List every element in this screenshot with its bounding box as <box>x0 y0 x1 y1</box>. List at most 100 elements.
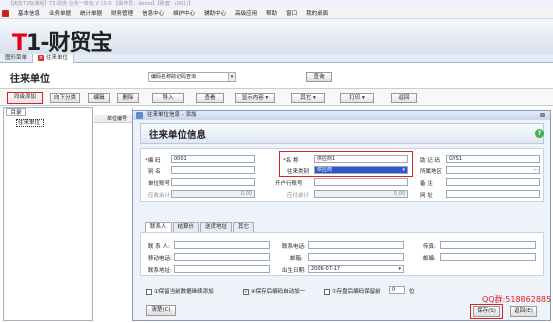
category-panel <box>3 107 93 321</box>
contact-person-input[interactable] <box>174 241 270 249</box>
clear-button[interactable]: 清楚(C) <box>146 305 176 316</box>
logo-text: 1-财贸宝 <box>26 31 112 56</box>
other-label: 其它 <box>300 95 312 101</box>
data-grid <box>93 107 133 321</box>
back-button[interactable]: 返回 <box>391 93 417 103</box>
region-input[interactable]: … <box>446 166 540 174</box>
keep-data-option[interactable]: ①保留当前数据继续添加 <box>146 287 214 295</box>
remark-input[interactable] <box>446 178 540 186</box>
label-text: 编 码 <box>147 158 161 164</box>
option-label: ⑦存盘后编码保留前 <box>331 289 381 295</box>
menu-item[interactable]: 信息中心 <box>142 9 164 17</box>
option-label: ④保存后编码自动加一 <box>250 289 306 295</box>
view-button[interactable]: 查看 <box>196 93 224 103</box>
mnemonic-label: 助 记 码 <box>420 158 440 164</box>
menu-item[interactable]: 辅助中心 <box>204 9 226 17</box>
tree-item-contacts[interactable]: 往来单位 <box>16 119 44 127</box>
menu-item[interactable]: 窗口 <box>286 9 297 17</box>
display-content-button[interactable]: 显示内容 ▾ <box>235 93 275 103</box>
menu-item[interactable]: 财务管理 <box>111 9 133 17</box>
add-subcategory-button[interactable]: 向下分类 <box>50 93 80 103</box>
payable-label: 应付余计 <box>287 193 310 199</box>
menu-item[interactable]: 帮助 <box>266 9 277 17</box>
query-button[interactable]: 查询 <box>306 72 332 82</box>
save-button[interactable]: 保存(S) <box>473 306 500 317</box>
digits-stepper[interactable]: 0 <box>389 286 405 294</box>
mobile-input[interactable] <box>174 253 270 261</box>
menu-item[interactable]: 我的桌面 <box>306 9 328 17</box>
phone-input[interactable] <box>308 241 404 249</box>
menu-item[interactable]: 基本信息 <box>18 9 40 17</box>
code-input[interactable]: 0001 <box>171 155 255 163</box>
option-label: ①保留当前数据继续添加 <box>153 289 214 295</box>
tab-settlement-price[interactable]: 结算价 <box>172 222 200 232</box>
website-input[interactable] <box>446 190 540 198</box>
print-button[interactable]: 打印 ▾ <box>340 93 374 103</box>
birthday-value: 2006-07-17 <box>311 266 341 272</box>
bank-input[interactable] <box>314 178 408 186</box>
add-sibling-button[interactable]: 同级添加 <box>7 92 43 104</box>
menu-item[interactable]: 维护中心 <box>173 9 195 17</box>
region-label: 所属地区 <box>420 169 443 175</box>
page-title: 往来单位 <box>10 74 50 85</box>
keep-digits-checkbox[interactable] <box>324 288 330 295</box>
name-input[interactable]: 供应商1 <box>314 155 408 163</box>
address-input[interactable] <box>174 265 270 273</box>
back-button[interactable]: 返回(E) <box>510 306 537 317</box>
auto-code-checkbox[interactable]: ✓ <box>243 288 249 295</box>
keep-data-checkbox[interactable] <box>146 288 152 295</box>
email-input[interactable] <box>308 253 404 261</box>
mnemonic-input[interactable]: GYS1 <box>446 155 540 163</box>
edit-button[interactable]: 编辑 <box>88 93 110 103</box>
tab-label: 图形菜单 <box>5 55 28 61</box>
birthday-input[interactable]: 2006-07-17 ▾ <box>308 265 404 273</box>
label-text: 名 称 <box>285 158 299 164</box>
delete-button[interactable]: 删除 <box>117 93 139 103</box>
tab-other[interactable]: 其它 <box>233 222 255 232</box>
menu-bar: 基本信息 业务单据 统计单据 财务管理 信息中心 维护中心 辅助中心 高级应用 … <box>0 8 553 19</box>
type-value: 供应商 <box>317 167 333 173</box>
search-input[interactable]: 编码名称助记码查询 <box>148 72 232 82</box>
close-icon[interactable]: ⊠ <box>540 112 545 119</box>
app-icon <box>2 9 9 17</box>
contact-person-label: 联 系 人: <box>148 244 170 250</box>
import-button[interactable]: 导入 <box>152 93 184 103</box>
logo-t: T <box>12 31 27 56</box>
address-label: 联系地址: <box>148 268 172 274</box>
keep-digits-option[interactable]: ⑦存盘后编码保留前 <box>324 287 381 295</box>
other-button[interactable]: 其它 ▾ <box>291 93 325 103</box>
website-label: 网 址 <box>420 193 433 199</box>
birthday-label: 出生日期: <box>282 268 306 274</box>
tab-delivery-address[interactable]: 送货地址 <box>200 222 233 232</box>
alias-label: 别 名 <box>148 169 161 175</box>
mobile-label: 移动电话: <box>148 256 172 262</box>
name-label: *名 称 <box>283 158 299 164</box>
fax-input[interactable] <box>440 241 536 249</box>
zip-label: 邮编: <box>423 256 436 262</box>
auto-code-option[interactable]: ✓ ④保存后编码自动加一 <box>243 287 305 295</box>
zip-input[interactable] <box>440 253 536 261</box>
window-title-bar: 【用友T3标准版】T3-财务·业务一体化 V 10.0 【操作员：demo】【账… <box>0 0 553 8</box>
tab-label: 往来单位 <box>46 55 69 61</box>
ellipsis-icon[interactable]: … <box>533 167 538 172</box>
help-icon[interactable]: ? <box>535 129 544 138</box>
menu-item[interactable]: 业务单据 <box>49 9 71 17</box>
alias-input[interactable] <box>171 166 255 174</box>
chevron-down-icon[interactable]: ▾ <box>228 72 236 82</box>
directory-tab[interactable]: 目录 <box>6 108 26 116</box>
menu-item[interactable]: 高级应用 <box>235 9 257 17</box>
tab-contact[interactable]: 联系人 <box>145 222 172 232</box>
menu-item[interactable]: 统计单据 <box>80 9 102 17</box>
dialog-icon <box>136 112 143 119</box>
account-input[interactable] <box>171 178 255 186</box>
tab-graphic-menu[interactable]: 图形菜单 <box>0 54 34 63</box>
code-label: *编 码 <box>145 158 161 164</box>
tab-strip: 图形菜单 × 往来单位 <box>0 54 553 63</box>
tab-contacts[interactable]: × 往来单位 <box>33 54 75 63</box>
account-label: 单位账号 <box>148 181 171 187</box>
payable-input: 0.00 <box>314 190 408 198</box>
receivable-input: 0.00 <box>171 190 255 198</box>
close-icon[interactable]: × <box>38 55 45 61</box>
type-select[interactable]: 供应商 ▾ <box>314 166 408 174</box>
digits-unit: 位 <box>409 289 415 295</box>
